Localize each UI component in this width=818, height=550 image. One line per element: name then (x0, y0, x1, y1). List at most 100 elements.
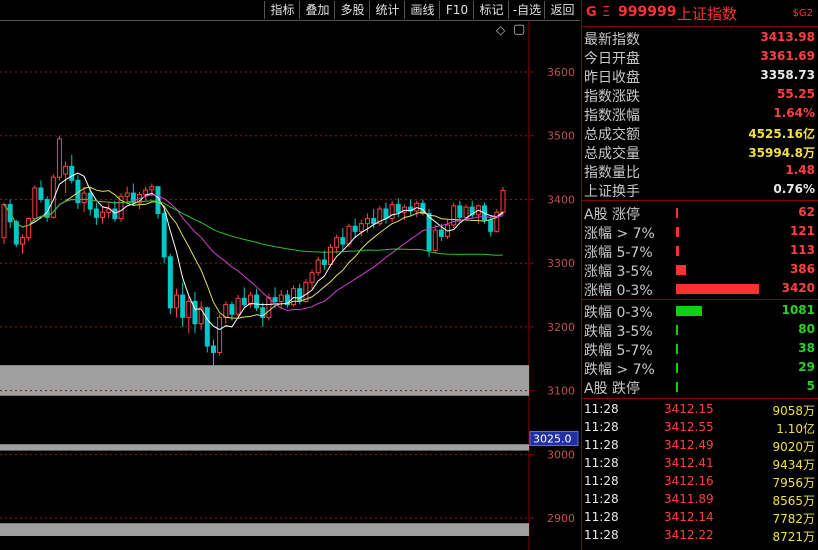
quote-label: 指数涨幅 (584, 108, 640, 124)
tick-price: 3411.89 (664, 492, 714, 506)
breadth-count: 5 (806, 379, 815, 393)
candle-body (32, 187, 38, 220)
candle-body (87, 192, 93, 210)
multi-stock-button[interactable]: 多股 (334, 1, 370, 19)
menu-icon[interactable]: Ξ (602, 5, 610, 20)
divider (582, 398, 818, 399)
breadth-count: 29 (798, 360, 815, 374)
tick-row: 11:28 3412.15 9058万 (582, 400, 818, 418)
tick-price: 3412.14 (664, 510, 714, 524)
breadth-bar (676, 306, 702, 316)
tick-price: 3412.55 (664, 420, 714, 434)
candle-body (100, 211, 106, 218)
draw-line-button[interactable]: 画线 (404, 1, 440, 19)
tick-volume: 7782万 (772, 512, 815, 526)
breadth-label: A股 跌停 (584, 381, 641, 397)
candle-body (500, 190, 506, 213)
divider (582, 299, 818, 300)
quote-label: 总成交额 (584, 127, 640, 143)
breadth-count: 386 (789, 262, 815, 276)
candle-body (93, 208, 99, 218)
candle-body (266, 297, 272, 318)
indicator-button[interactable]: 指标 (264, 1, 300, 19)
candle-body (291, 288, 297, 306)
tick-row: 11:28 3411.89 8565万 (582, 490, 818, 508)
candle-body (346, 225, 352, 245)
candle-body (167, 256, 173, 309)
y-tick-label: 3100 (547, 385, 575, 398)
y-tick-label: 3200 (547, 321, 575, 334)
kline-chart[interactable]: 3600 3500 3400 3300 3200 3100 3000 2900 3025.0 ◇… (0, 21, 580, 550)
candle-body (217, 316, 223, 353)
quote-value: 4525.16亿 (748, 127, 815, 141)
overlay-button[interactable]: 叠加 (299, 1, 335, 19)
statistics-button[interactable]: 统计 (369, 1, 405, 19)
stock-code: 999999 (618, 4, 677, 20)
candle-body (180, 294, 186, 318)
quote-value: 1.64% (773, 106, 815, 120)
tick-row: 11:28 3412.55 1.10亿 (582, 418, 818, 436)
breadth-label: 涨幅 5-7% (584, 245, 653, 261)
candle-body (81, 192, 87, 204)
candle-body (149, 186, 155, 191)
window-box-icon[interactable]: ▢ (513, 22, 525, 37)
breadth-row: 涨幅 5-7% 113 (582, 241, 818, 261)
breadth-label: 跌幅 0-3% (584, 305, 653, 321)
breadth-bar (676, 382, 678, 392)
f10-button[interactable]: F10 (439, 1, 474, 19)
y-tick-label: 3500 (547, 130, 575, 143)
breadth-count: 80 (798, 322, 815, 336)
breadth-row: 跌幅 5-7% 38 (582, 339, 818, 359)
candle-body (198, 307, 204, 325)
back-button[interactable]: 返回 (544, 1, 580, 19)
kline-svg[interactable]: 3600 3500 3400 3300 3200 3100 3000 2900 3025.0 (0, 21, 580, 550)
y-tick-label: 3000 (547, 448, 575, 461)
tick-row: 11:28 3412.22 8721万 (582, 526, 818, 544)
tick-time: 11:28 (584, 528, 619, 542)
candle-body (358, 223, 364, 232)
candle-body (223, 304, 229, 318)
candle-body (309, 272, 315, 283)
candle-body (19, 237, 25, 245)
add-watchlist-button[interactable]: -自选 (508, 1, 545, 19)
candle-body (69, 165, 75, 181)
chart-toolbar: 指标 叠加 多股 统计 画线 F10 标记 -自选 返回 (0, 0, 580, 21)
quote-panel: G Ξ 999999 上证指数 $G2 最新指数 3413.98 今日开盘 336… (581, 0, 818, 550)
diamond-icon[interactable]: ◇ (496, 23, 505, 37)
breadth-label: 跌幅 3-5% (584, 324, 653, 340)
quote-header: G Ξ 999999 上证指数 $G2 (582, 0, 818, 27)
breadth-row: 跌幅 3-5% 80 (582, 320, 818, 340)
y-tick-label: 3600 (547, 66, 575, 79)
candle-body (235, 297, 241, 315)
quote-label: 昨日收盘 (584, 70, 640, 86)
candle-body (383, 208, 389, 220)
price-marker-label: 3025.0 (533, 432, 572, 445)
breadth-label: 涨幅 > 7% (584, 226, 655, 242)
candle-body (112, 208, 118, 220)
candle-body (210, 345, 216, 353)
tick-volume: 9058万 (772, 404, 815, 418)
candle-body (173, 294, 179, 309)
breadth-bar (676, 344, 678, 354)
breadth-bar (676, 284, 759, 294)
divider (582, 200, 818, 201)
tick-row: 11:28 3412.49 9020万 (582, 436, 818, 454)
quote-label: 上证换手 (584, 184, 640, 200)
quote-value: 55.25 (777, 87, 815, 101)
tick-time: 11:28 (584, 510, 619, 524)
shaded-band (0, 444, 529, 451)
quote-row: 总成交量 35994.8万 (582, 142, 818, 162)
candle-body (254, 294, 260, 309)
shaded-band (0, 523, 529, 536)
candle-body (321, 259, 327, 265)
quote-value: 35994.8万 (748, 146, 815, 160)
g-icon[interactable]: G (586, 5, 597, 20)
breadth-bar (676, 363, 678, 373)
quote-label: 指数量比 (584, 165, 640, 181)
candle-body (488, 219, 494, 232)
y-tick-label: 3400 (547, 193, 575, 206)
mark-button[interactable]: 标记 (473, 1, 509, 19)
market-tag: $G2 (792, 8, 813, 19)
tick-time: 11:28 (584, 492, 619, 506)
quote-value: 1.48 (785, 163, 815, 177)
